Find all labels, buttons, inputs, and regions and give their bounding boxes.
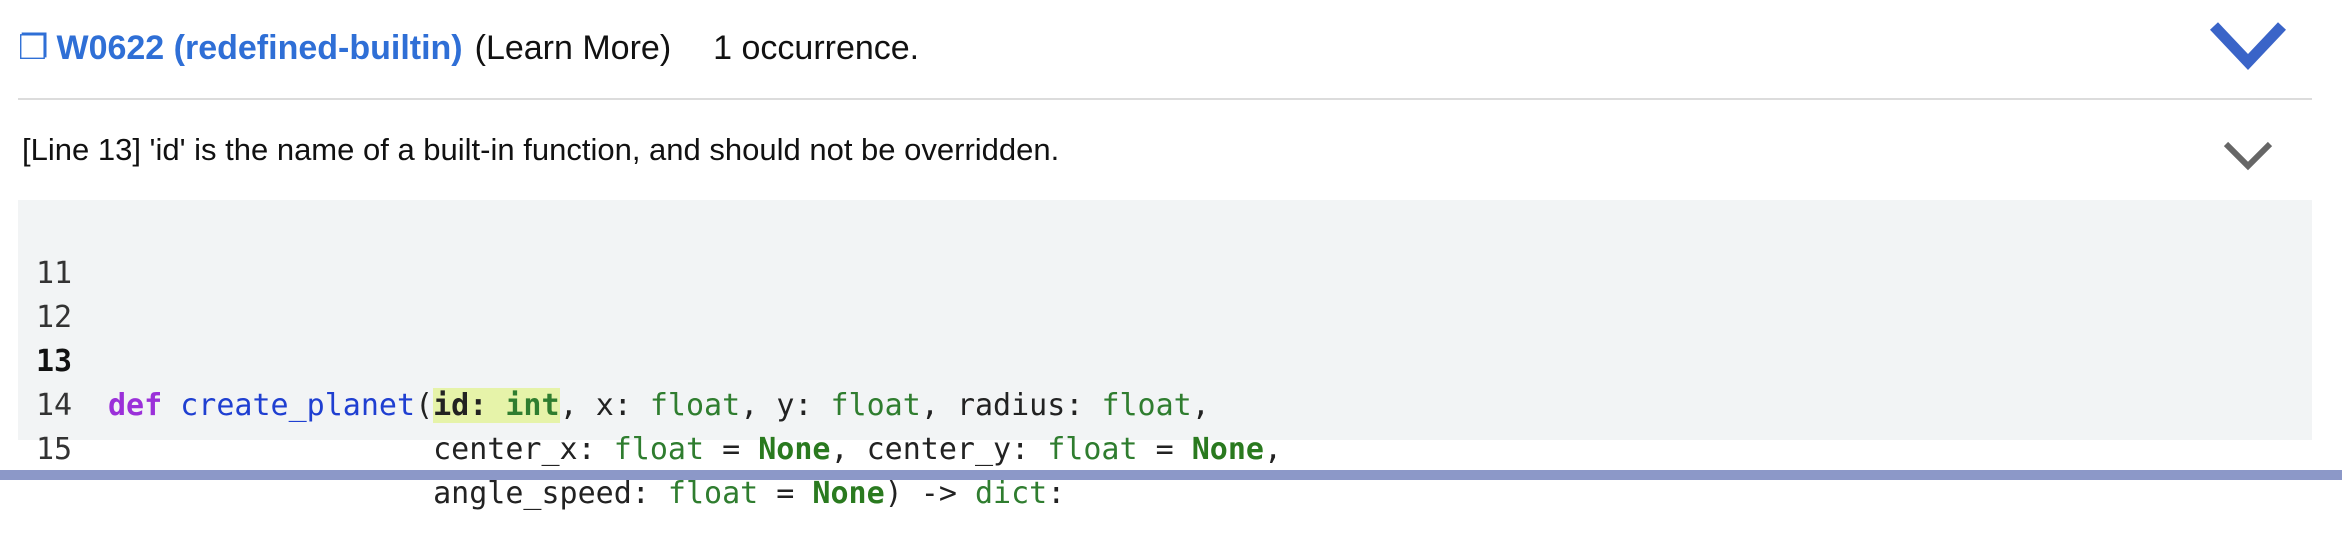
occurrence-count: 1 occurrence. bbox=[713, 28, 920, 67]
line-number: 15 bbox=[36, 432, 73, 467]
line-source: center_x: float = None, center_y: float … bbox=[433, 432, 1283, 467]
code-line: 15 angle_speed: float = None) -> dict: bbox=[18, 384, 2312, 511]
issue-header: ❐ W0622 (redefined-builtin) (Learn More)… bbox=[18, 18, 2342, 78]
copy-icon[interactable]: ❐ bbox=[18, 28, 48, 68]
learn-more-link[interactable]: (Learn More) bbox=[475, 29, 672, 68]
bottom-divider-bar bbox=[0, 470, 2342, 480]
code-line-highlighted: 13 def create_planet(id: int, x: float, … bbox=[18, 296, 2312, 423]
code-line: 12 bbox=[18, 252, 2312, 335]
chevron-down-icon[interactable] bbox=[2208, 18, 2288, 74]
chevron-down-icon[interactable] bbox=[2222, 138, 2274, 174]
divider bbox=[18, 98, 2312, 100]
code-line: 14 center_x: float = None, center_y: flo… bbox=[18, 340, 2312, 467]
code-line: 11 bbox=[18, 208, 2312, 291]
issue-message: [Line 13] 'id' is the name of a built-in… bbox=[22, 132, 1060, 167]
code-snippet: 11 12 13 def create_planet(id: int, x: f… bbox=[18, 200, 2312, 511]
issue-code-link[interactable]: W0622 (redefined-builtin) bbox=[56, 29, 462, 68]
